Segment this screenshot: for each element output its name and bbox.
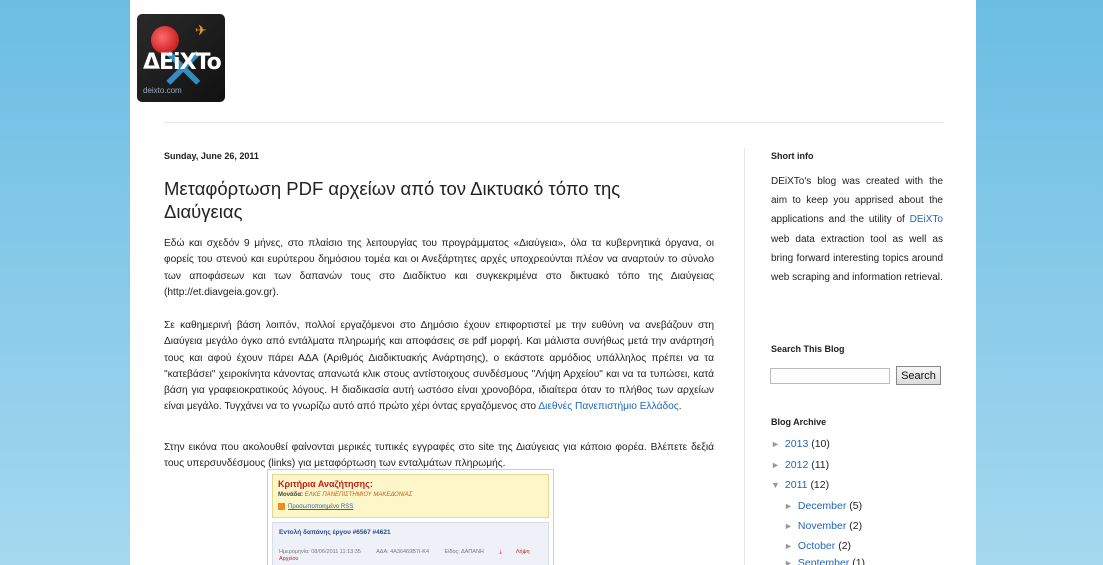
- record-title: Εντολή δαπάνης έργου #6567 #4621: [279, 529, 391, 536]
- archive-count: (12): [810, 479, 830, 491]
- criteria-unit: Μονάδα: ΕΛΚΕ ΠΑΝΕΠΙΣΤΗΜΙΟΥ ΜΑΚΕΔΟΝΙΑΣ: [278, 492, 412, 498]
- archive-item-november[interactable]: ► November (2): [784, 520, 862, 532]
- post-title[interactable]: Μεταφόρτωση PDF αρχείων από τον Δικτυακό…: [164, 177, 684, 223]
- header-divider: [164, 122, 944, 123]
- archive-item-september[interactable]: ► September (1): [784, 557, 865, 565]
- post-paragraph-2-text: Σε καθημερινή βάση λοιπόν, πολλοί εργαζό…: [164, 320, 714, 413]
- search-criteria-box: Κριτήρια Αναζήτησης: Μονάδα: ΕΛΚΕ ΠΑΝΕΠΙ…: [272, 474, 549, 518]
- archive-count: (10): [811, 438, 830, 450]
- record-row: Εντολή δαπάνης έργου #6567 #4621 Ημερομη…: [272, 522, 549, 565]
- expand-arrow-icon[interactable]: ►: [784, 501, 793, 511]
- archive-label[interactable]: November: [798, 520, 846, 532]
- short-info-text: DEiXTo's blog was created with the aim t…: [771, 172, 943, 287]
- record-meta: Ημερομηνία: 08/06/2011 11:13:35 ΑΔΑ: 4Α3…: [279, 549, 544, 562]
- post-paragraph-2-end: .: [678, 401, 682, 413]
- archive-label[interactable]: 2013: [785, 438, 808, 450]
- university-link[interactable]: Διεθνές Πανεπιστήμιο Ελλάδος: [538, 401, 678, 412]
- deixto-logo[interactable]: ✕ ✈ ΔEiXTo deixto.com: [137, 14, 225, 102]
- expand-arrow-icon[interactable]: ►: [771, 460, 780, 470]
- expand-arrow-icon[interactable]: ►: [771, 439, 780, 449]
- rss-link: Προσωποποιημένο RSS: [278, 503, 353, 510]
- record-ada: ΑΔΑ: 4Α36469Β7Ι-Κ4: [376, 549, 430, 555]
- archive-item-december[interactable]: ► December (5): [784, 500, 862, 512]
- post-date: Sunday, June 26, 2011: [164, 151, 259, 161]
- archive-label[interactable]: 2011: [785, 479, 808, 491]
- unit-value: ΕΛΚΕ ΠΑΝΕΠΙΣΤΗΜΙΟΥ ΜΑΚΕΔΟΝΙΑΣ: [304, 492, 413, 498]
- archive-title: Blog Archive: [771, 417, 827, 427]
- expand-arrow-icon[interactable]: ►: [784, 541, 793, 551]
- expand-arrow-icon[interactable]: ►: [784, 558, 793, 565]
- rss-icon: [278, 503, 285, 510]
- archive-count: (5): [849, 500, 863, 512]
- short-info-title: Short info: [771, 151, 814, 161]
- logo-url-text: deixto.com: [143, 86, 182, 95]
- post-paragraph-3: Στην εικόνα που ακολουθεί φαίνονται μερι…: [164, 442, 714, 470]
- archive-label[interactable]: September: [798, 557, 849, 565]
- diavgeia-screenshot[interactable]: Κριτήρια Αναζήτησης: Μονάδα: ΕΛΚΕ ΠΑΝΕΠΙ…: [267, 469, 554, 565]
- archive-item-october[interactable]: ► October (2): [784, 540, 851, 552]
- deixto-link[interactable]: DEiXTo: [910, 214, 943, 225]
- archive-item-2012[interactable]: ► 2012 (11): [771, 459, 829, 471]
- post-paragraph-1: Εδώ και σχεδόν 9 μήνες, στο πλαίσιο της …: [164, 238, 714, 298]
- short-info-post: web data extraction tool as well as brin…: [771, 233, 943, 284]
- archive-count: (2): [849, 520, 863, 532]
- archive-count: (1): [852, 557, 866, 565]
- archive-count: (2): [838, 540, 852, 552]
- archive-label[interactable]: October: [798, 540, 835, 552]
- archive-count: (11): [811, 459, 830, 471]
- rss-label: Προσωποποιημένο RSS: [288, 504, 354, 511]
- search-title: Search This Blog: [771, 344, 845, 354]
- background-right: [976, 0, 1103, 565]
- post-paragraph-2: Σε καθημερινή βάση λοιπόν, πολλοί εργαζό…: [164, 318, 714, 416]
- search-input[interactable]: [770, 368, 890, 384]
- search-button[interactable]: Search: [896, 366, 941, 385]
- archive-item-2011[interactable]: ▼ 2011 (12): [771, 479, 829, 491]
- sidebar-divider: [744, 148, 745, 565]
- archive-label[interactable]: December: [798, 500, 846, 512]
- archive-item-2013[interactable]: ► 2013 (10): [771, 438, 830, 450]
- expand-arrow-icon[interactable]: ►: [784, 521, 793, 531]
- pdf-icon: ⤓: [499, 549, 502, 555]
- unit-label: Μονάδα:: [278, 492, 304, 498]
- record-type: Είδος: ΔΑΠΑΝΗ: [444, 549, 484, 555]
- archive-label[interactable]: 2012: [785, 459, 808, 471]
- record-date: Ημερομηνία: 08/06/2011 11:13:35: [279, 549, 361, 555]
- blog-page: ✕ ✈ ΔEiXTo deixto.com Sunday, June 26, 2…: [130, 0, 976, 565]
- logo-bird-icon: ✈: [195, 22, 207, 38]
- logo-brand-text: ΔEiXTo: [143, 50, 222, 75]
- collapse-arrow-icon[interactable]: ▼: [771, 480, 780, 490]
- background-left: [0, 0, 130, 565]
- criteria-title: Κριτήρια Αναζήτησης:: [278, 479, 373, 489]
